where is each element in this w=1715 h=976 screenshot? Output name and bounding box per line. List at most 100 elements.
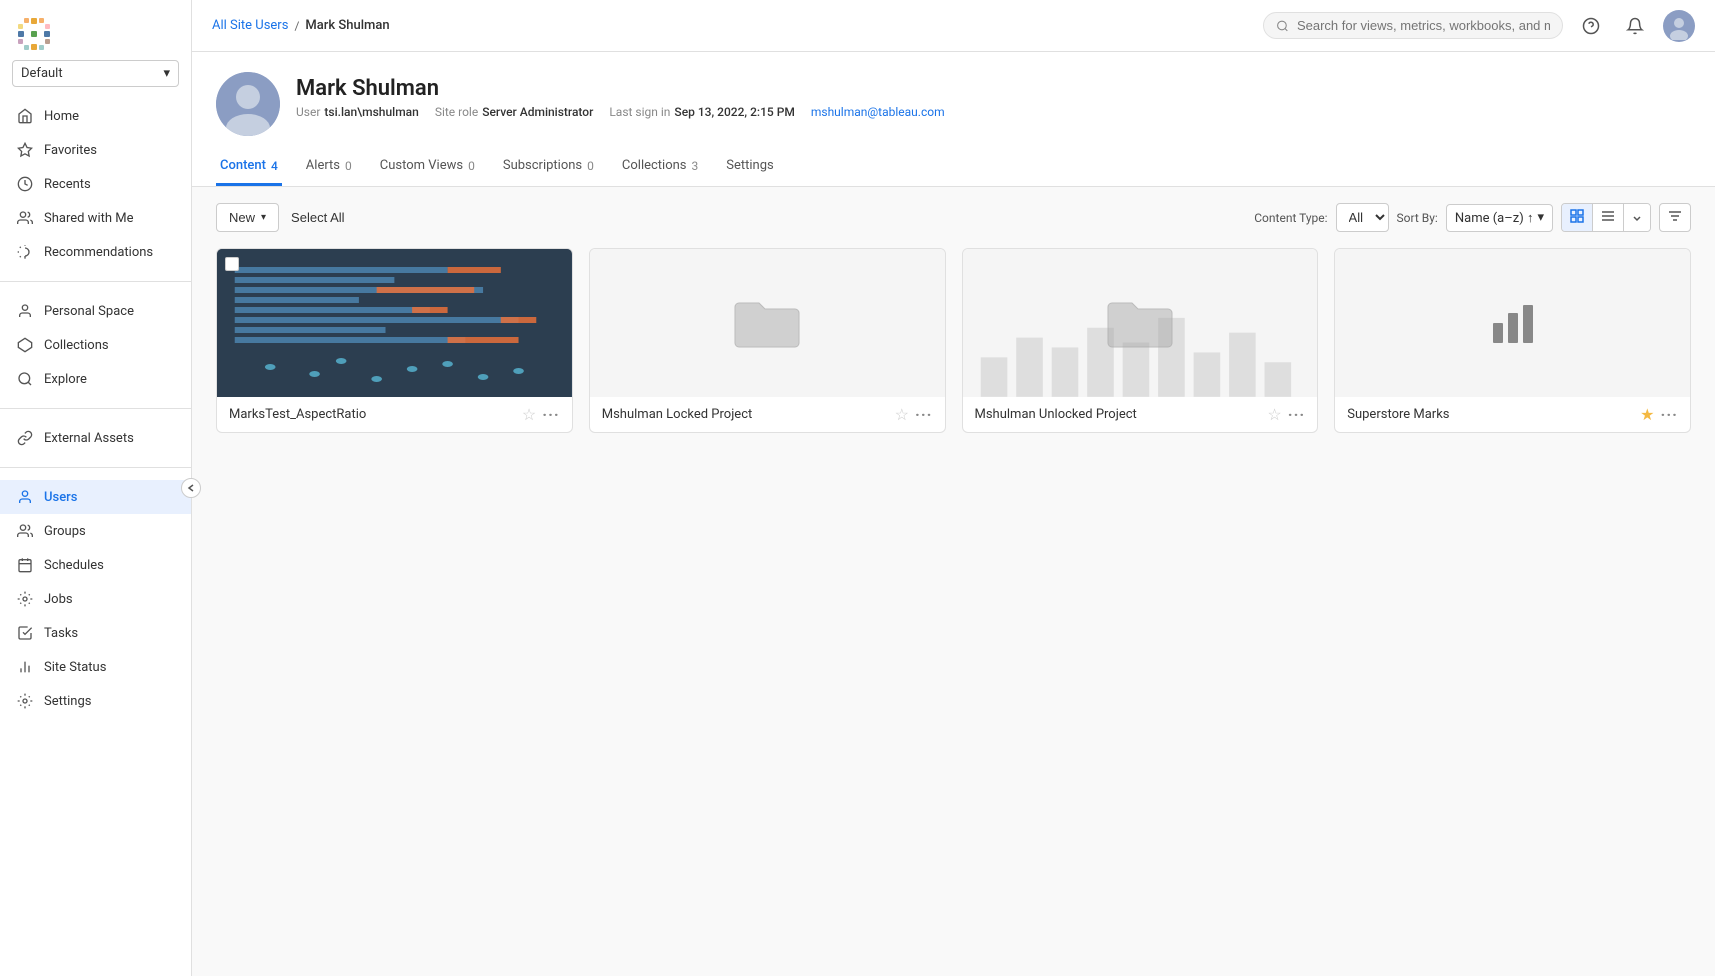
card-name: MarksTest_AspectRatio bbox=[229, 407, 522, 422]
tab-collections[interactable]: Collections 3 bbox=[618, 148, 702, 186]
content-toolbar: New ▾ Select All Content Type: All Sort … bbox=[216, 203, 1691, 232]
nav-section-admin: Users Groups Schedules Jobs bbox=[0, 476, 191, 722]
sidebar-item-label: Schedules bbox=[44, 558, 104, 573]
nav-divider-2 bbox=[0, 408, 191, 409]
profile-name: Mark Shulman bbox=[296, 76, 945, 101]
card-more-button[interactable]: ··· bbox=[1288, 405, 1305, 424]
card-star-button[interactable]: ☆ bbox=[1267, 405, 1281, 424]
users-icon bbox=[16, 209, 34, 227]
sidebar-item-label: Favorites bbox=[44, 143, 97, 158]
dropdown-chevron-icon bbox=[1632, 213, 1642, 223]
tab-alerts-count: 0 bbox=[345, 159, 352, 173]
email-link[interactable]: mshulman@tableau.com bbox=[811, 105, 945, 119]
card-checkbox[interactable] bbox=[225, 257, 239, 271]
card-thumbnail-viz bbox=[217, 249, 572, 397]
logo-area bbox=[0, 0, 191, 60]
card-footer: Mshulman Locked Project ☆ ··· bbox=[590, 397, 945, 432]
list-view-button[interactable] bbox=[1593, 204, 1624, 231]
profile-info: Mark Shulman User tsi.lan\mshulman Site … bbox=[296, 72, 945, 119]
sidebar-item-external[interactable]: External Assets bbox=[0, 421, 191, 455]
sidebar-item-recommendations[interactable]: Recommendations bbox=[0, 235, 191, 269]
chevron-down-view-button[interactable] bbox=[1624, 204, 1650, 231]
card-name: Mshulman Locked Project bbox=[602, 407, 895, 422]
tab-subscriptions-label: Subscriptions bbox=[503, 158, 582, 173]
username-value: tsi.lan\mshulman bbox=[324, 105, 418, 119]
sidebar-item-site-status[interactable]: Site Status bbox=[0, 650, 191, 684]
card-more-button[interactable]: ··· bbox=[1661, 405, 1678, 424]
profile-tabs: Content 4 Alerts 0 Custom Views 0 Subscr… bbox=[216, 148, 1691, 186]
sidebar-item-label: Home bbox=[44, 109, 79, 124]
chart-icon bbox=[16, 658, 34, 676]
viz-chart bbox=[217, 249, 572, 397]
sidebar-item-home[interactable]: Home bbox=[0, 99, 191, 133]
help-button[interactable] bbox=[1575, 10, 1607, 42]
user-avatar[interactable] bbox=[1663, 10, 1695, 42]
sidebar-item-schedules[interactable]: Schedules bbox=[0, 548, 191, 582]
card-name: Mshulman Unlocked Project bbox=[975, 407, 1268, 422]
card-thumbnail-folder-2 bbox=[963, 249, 1318, 397]
sidebar-collapse-button[interactable] bbox=[181, 478, 201, 498]
sidebar-item-groups[interactable]: Groups bbox=[0, 514, 191, 548]
select-all-button[interactable]: Select All bbox=[291, 210, 344, 225]
user-admin-icon bbox=[16, 488, 34, 506]
breadcrumb-parent-link[interactable]: All Site Users bbox=[212, 18, 288, 33]
tab-alerts[interactable]: Alerts 0 bbox=[302, 148, 356, 186]
content-type-dropdown[interactable]: All bbox=[1336, 203, 1389, 232]
sidebar-item-explore[interactable]: Explore bbox=[0, 362, 191, 396]
card-thumbnail-workbook bbox=[1335, 249, 1690, 397]
card-more-button[interactable]: ··· bbox=[542, 405, 559, 424]
tab-settings[interactable]: Settings bbox=[722, 148, 777, 186]
sidebar-item-users[interactable]: Users bbox=[0, 480, 191, 514]
sidebar-item-personal[interactable]: Personal Space bbox=[0, 294, 191, 328]
card-more-button[interactable]: ··· bbox=[915, 405, 932, 424]
toolbar-left: New ▾ Select All bbox=[216, 203, 345, 232]
sidebar-item-collections[interactable]: Collections bbox=[0, 328, 191, 362]
sort-by-dropdown[interactable]: Name (a–z) ↑ ▾ bbox=[1446, 204, 1553, 232]
tab-alerts-label: Alerts bbox=[306, 158, 340, 173]
card-superstore[interactable]: Superstore Marks ★ ··· bbox=[1334, 248, 1691, 433]
last-sign-in-label: Last sign in bbox=[609, 105, 670, 119]
card-star-button[interactable]: ★ bbox=[1640, 405, 1654, 424]
explore-icon bbox=[16, 370, 34, 388]
filter-button[interactable] bbox=[1659, 203, 1691, 232]
card-locked-project[interactable]: Mshulman Locked Project ☆ ··· bbox=[589, 248, 946, 433]
sidebar-item-shared[interactable]: Shared with Me bbox=[0, 201, 191, 235]
star-icon bbox=[16, 141, 34, 159]
search-icon bbox=[1276, 19, 1289, 33]
sidebar-item-settings[interactable]: Settings bbox=[0, 684, 191, 718]
sidebar-item-jobs[interactable]: Jobs bbox=[0, 582, 191, 616]
topbar: All Site Users / Mark Shulman bbox=[192, 0, 1715, 52]
sidebar-item-tasks[interactable]: Tasks bbox=[0, 616, 191, 650]
grid-view-button[interactable] bbox=[1562, 204, 1593, 231]
sidebar-item-recents[interactable]: Recents bbox=[0, 167, 191, 201]
sidebar-item-label: Tasks bbox=[44, 626, 78, 641]
card-star-button[interactable]: ☆ bbox=[895, 405, 909, 424]
card-name: Superstore Marks bbox=[1347, 407, 1640, 422]
card-thumbnail-folder bbox=[590, 249, 945, 397]
card-unlocked-project[interactable]: Mshulman Unlocked Project ☆ ··· bbox=[962, 248, 1319, 433]
card-marks-test[interactable]: MarksTest_AspectRatio ☆ ··· bbox=[216, 248, 573, 433]
tab-subscriptions[interactable]: Subscriptions 0 bbox=[499, 148, 598, 186]
sidebar-item-label: Recents bbox=[44, 177, 91, 192]
tab-content-count: 4 bbox=[271, 159, 278, 173]
toolbar-right: Content Type: All Sort By: Name (a–z) ↑ … bbox=[1254, 203, 1691, 232]
user-label: User bbox=[296, 105, 320, 119]
tab-content[interactable]: Content 4 bbox=[216, 148, 282, 186]
search-bar[interactable] bbox=[1263, 12, 1563, 39]
main-content: New ▾ Select All Content Type: All Sort … bbox=[192, 187, 1715, 976]
search-input[interactable] bbox=[1297, 18, 1550, 33]
card-footer: Mshulman Unlocked Project ☆ ··· bbox=[963, 397, 1318, 432]
nav-section-external: External Assets bbox=[0, 417, 191, 459]
tab-custom-views[interactable]: Custom Views 0 bbox=[376, 148, 479, 186]
sidebar-item-favorites[interactable]: Favorites bbox=[0, 133, 191, 167]
sidebar: Default ▾ Home Favorites Recents bbox=[0, 0, 192, 976]
card-actions: ☆ ··· bbox=[895, 405, 933, 424]
notifications-button[interactable] bbox=[1619, 10, 1651, 42]
lightbulb-icon bbox=[16, 243, 34, 261]
new-button[interactable]: New ▾ bbox=[216, 203, 279, 232]
card-star-button[interactable]: ☆ bbox=[522, 405, 536, 424]
workbook-icon bbox=[1485, 295, 1541, 351]
settings-icon bbox=[16, 692, 34, 710]
site-selector[interactable]: Default ▾ bbox=[12, 60, 179, 87]
site-role-label: Site role bbox=[435, 105, 478, 119]
